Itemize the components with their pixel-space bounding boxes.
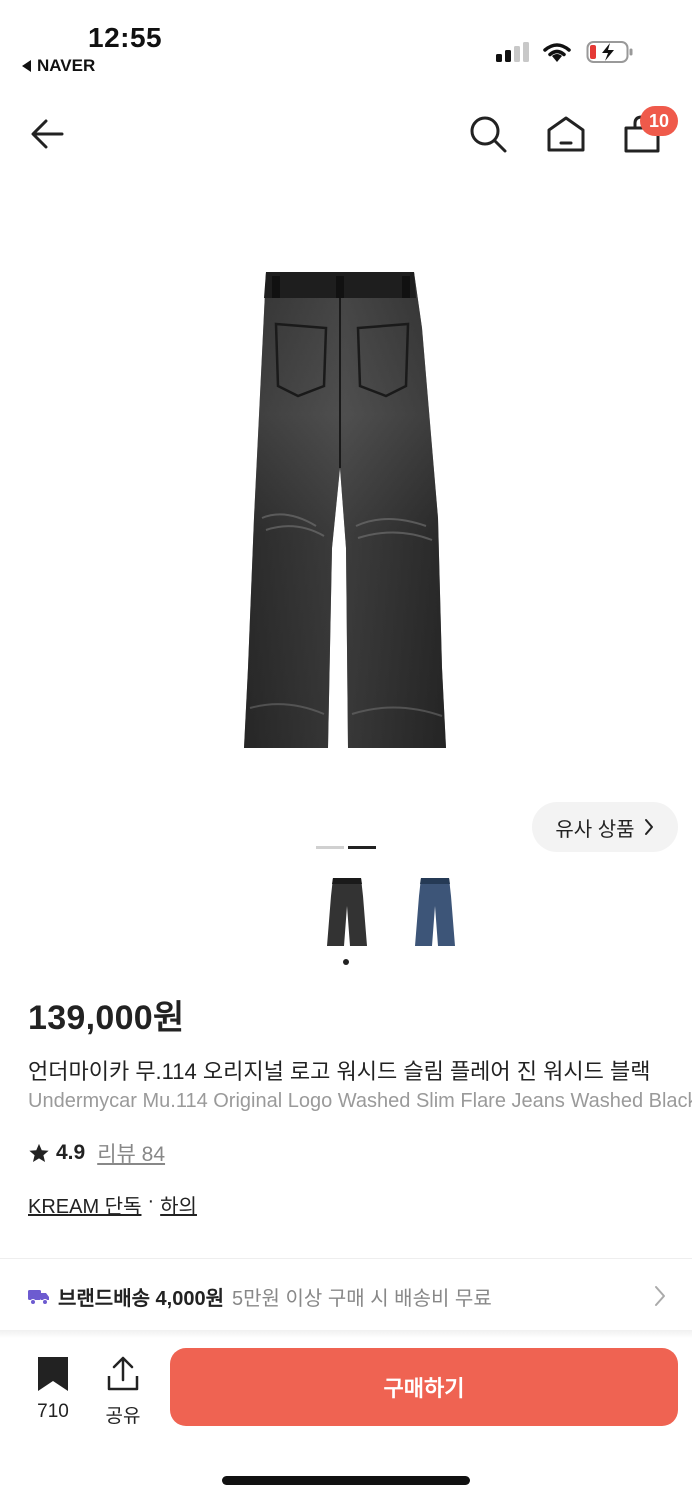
bookmark-icon — [38, 1357, 68, 1391]
product-title-korean: 언더마이카 무.114 오리지널 로고 워시드 슬림 플레어 진 워시드 블랙 — [28, 1059, 651, 1084]
status-bar: 12:55 NAVER — [0, 0, 692, 90]
star-icon — [29, 1143, 49, 1162]
tag-exclusive-link[interactable]: KREAM 단독 — [28, 1190, 141, 1219]
back-arrow-icon[interactable] — [26, 112, 70, 156]
home-indicator — [222, 1476, 470, 1485]
chevron-right-icon — [644, 819, 653, 835]
share-icon — [107, 1356, 139, 1391]
back-app-label: NAVER — [37, 56, 96, 75]
product-price: 139,000원 — [28, 999, 185, 1037]
tag-separator: · — [147, 1190, 155, 1212]
thumbnail-washed-blue[interactable] — [413, 876, 457, 950]
share-button[interactable]: 공유 — [98, 1356, 148, 1428]
thumbnail-selected-dot — [343, 959, 349, 965]
shipping-free-condition: 5만원 이상 구매 시 배송비 무료 — [232, 1287, 492, 1310]
search-icon[interactable] — [466, 112, 510, 156]
product-image[interactable] — [236, 268, 456, 758]
shipping-fee: 브랜드배송 4,000원 — [58, 1287, 225, 1310]
chevron-right-icon — [655, 1286, 665, 1306]
thumbnail-washed-black[interactable] — [325, 876, 369, 950]
status-time: 12:55 — [88, 22, 163, 53]
signal-icon — [496, 40, 529, 62]
home-icon[interactable] — [544, 112, 588, 156]
top-navigation — [0, 100, 692, 170]
tag-category-link[interactable]: 하의 — [160, 1190, 197, 1219]
back-to-app-link[interactable]: NAVER — [22, 56, 95, 76]
reviews-link[interactable]: 리뷰 84 — [97, 1138, 165, 1168]
shipping-info-row[interactable]: 브랜드배송 4,000원 5만원 이상 구매 시 배송비 무료 — [28, 1280, 668, 1312]
buy-button[interactable]: 구매하기 — [170, 1348, 678, 1426]
carousel-indicator-1 — [316, 846, 344, 849]
truck-icon — [28, 1290, 49, 1305]
divider — [0, 1258, 692, 1259]
share-label: 공유 — [105, 1406, 141, 1427]
back-triangle-icon — [22, 60, 31, 72]
carousel-indicator-2 — [348, 846, 376, 849]
product-title-english: Undermycar Mu.114 Original Logo Washed S… — [28, 1090, 692, 1112]
bottom-bar-shadow — [0, 1330, 692, 1338]
cart-count-badge: 10 — [640, 106, 678, 136]
similar-products-button[interactable]: 유사 상품 — [532, 802, 678, 852]
rating-row: 4.9 리뷰 84 — [28, 1138, 165, 1168]
rating-score: 4.9 — [56, 1141, 86, 1164]
battery-charging-icon — [586, 41, 633, 63]
bookmark-button[interactable]: 710 — [28, 1356, 78, 1423]
bottom-action-bar: 710 공유 구매하기 — [0, 1338, 692, 1438]
product-tags: KREAM 단독 · 하의 — [28, 1190, 197, 1219]
similar-products-label: 유사 상품 — [555, 818, 635, 841]
wifi-icon — [543, 43, 571, 62]
bookmark-count: 710 — [37, 1401, 69, 1422]
